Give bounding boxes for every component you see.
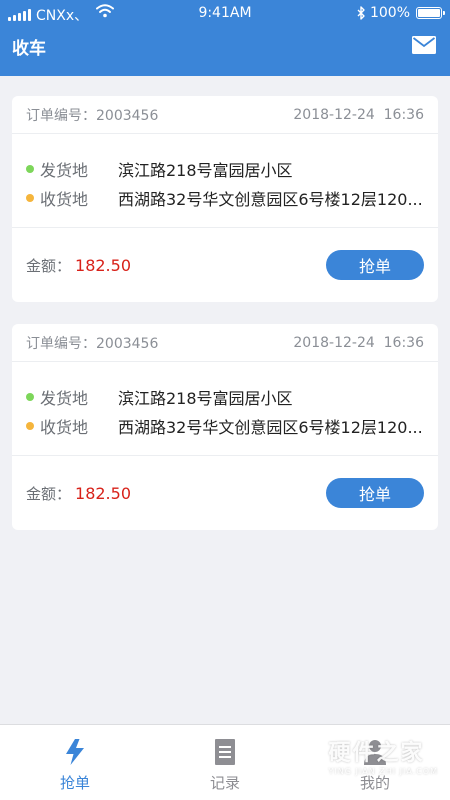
watermark-text: 硬件之家 YING JIAN ZHI JIA.COM	[329, 735, 438, 776]
delivery-label: 收货地	[40, 189, 89, 209]
delivery-label: 收货地	[40, 417, 89, 437]
watermark-main: 硬件之家	[328, 740, 425, 766]
lightning-icon	[66, 739, 84, 765]
order-card-footer: 金额： 182.50 抢单	[12, 228, 438, 302]
amount-label: 金额：	[26, 484, 72, 503]
status-bar: CNXx、 9:41AM 100%	[0, 0, 450, 26]
grab-order-button[interactable]: 抢单	[326, 478, 424, 508]
app-header: CNXx、 9:41AM 100% 收车	[0, 0, 450, 76]
mail-icon[interactable]	[412, 36, 436, 54]
pickup-label: 发货地	[40, 388, 89, 408]
watermark-logo-icon	[283, 734, 321, 776]
order-card-footer: 金额： 182.50 抢单	[12, 456, 438, 530]
order-number-value: 2003456	[96, 107, 159, 124]
page-title: 收车	[12, 39, 46, 59]
amount-value: 182.50	[75, 255, 131, 275]
order-amount: 金额： 182.50	[26, 255, 131, 276]
amount-label: 金额：	[26, 256, 72, 275]
order-addresses: 发货地 滨江路218号富园居小区 收货地 西湖路32号华文创意园区6号楼12层1…	[12, 362, 438, 456]
battery-percent: 100%	[369, 5, 410, 21]
order-card-header: 订单编号：2003456 2018-12-24 16:36	[12, 96, 438, 134]
order-date: 2018-12-24 16:36	[293, 106, 424, 123]
order-card: 订单编号：2003456 2018-12-24 16:36 发货地 滨江路218…	[12, 96, 438, 302]
order-amount: 金额： 182.50	[26, 483, 131, 504]
amount-value: 182.50	[75, 483, 131, 503]
pickup-row: 发货地 滨江路218号富园居小区	[12, 154, 438, 183]
order-date: 2018-12-24 16:36	[293, 334, 424, 351]
order-card-header: 订单编号：2003456 2018-12-24 16:36	[12, 324, 438, 362]
pickup-dot	[26, 392, 34, 401]
delivery-address: 西湖路32号华文创意园区6号楼12层120...	[118, 189, 423, 209]
pickup-row: 发货地 滨江路218号富园居小区	[12, 382, 438, 411]
order-addresses: 发货地 滨江路218号富园居小区 收货地 西湖路32号华文创意园区6号楼12层1…	[12, 134, 438, 228]
delivery-dot	[26, 421, 34, 430]
tab-records[interactable]: 记录	[150, 725, 300, 800]
order-number: 订单编号：2003456	[26, 333, 158, 353]
order-number-value: 2003456	[96, 335, 159, 352]
tab-label: 抢单	[59, 774, 90, 792]
order-number-label: 订单编号：	[26, 107, 96, 124]
status-right: 100%	[357, 5, 445, 21]
watermark-sub: YING JIAN ZHI JIA.COM	[328, 766, 438, 776]
order-number: 订单编号：2003456	[26, 105, 158, 125]
tab-label: 记录	[209, 774, 240, 792]
pickup-address: 滨江路218号富园居小区	[118, 160, 293, 180]
bluetooth-icon	[357, 6, 365, 20]
pickup-address: 滨江路218号富园居小区	[118, 388, 293, 408]
pickup-label: 发货地	[40, 160, 89, 180]
pickup-dot	[26, 164, 34, 173]
delivery-row: 收货地 西湖路32号华文创意园区6号楼12层120...	[12, 411, 438, 440]
watermark: 硬件之家 YING JIAN ZHI JIA.COM	[281, 734, 438, 776]
tab-grab-orders[interactable]: 抢单	[0, 725, 150, 800]
battery-icon	[416, 7, 445, 19]
order-card: 订单编号：2003456 2018-12-24 16:36 发货地 滨江路218…	[12, 324, 438, 530]
delivery-address: 西湖路32号华文创意园区6号楼12层120...	[118, 417, 423, 437]
delivery-dot	[26, 193, 34, 202]
order-number-label: 订单编号：	[26, 335, 96, 352]
delivery-row: 收货地 西湖路32号华文创意园区6号楼12层120...	[12, 183, 438, 212]
grab-order-button[interactable]: 抢单	[326, 250, 424, 280]
document-icon	[215, 739, 235, 765]
